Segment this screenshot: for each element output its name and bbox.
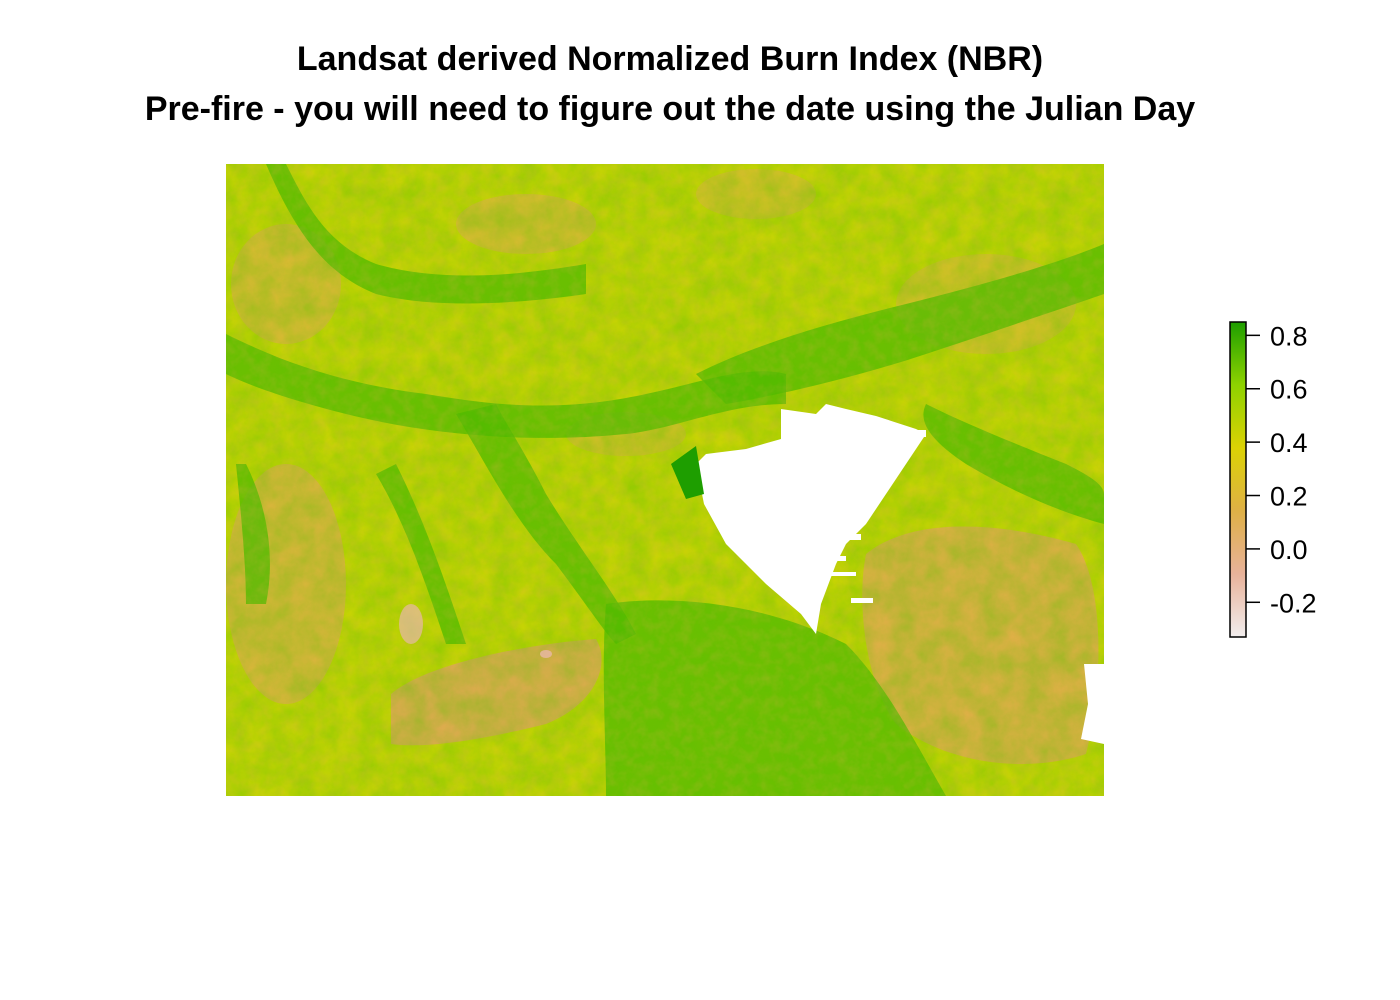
colorbar-tick-label: 0.6 bbox=[1270, 375, 1308, 405]
chart-title: Landsat derived Normalized Burn Index (N… bbox=[296, 40, 1044, 78]
colorbar-tick-label: 0.2 bbox=[1270, 482, 1308, 512]
no-data-stripe bbox=[851, 598, 873, 603]
no-data-stripe bbox=[816, 486, 876, 494]
raster-texture-orange bbox=[226, 164, 1104, 796]
no-data-stripe bbox=[876, 430, 926, 437]
no-data-stripe bbox=[801, 534, 861, 540]
colorbar-legend: 0.8 0.6 0.4 0.2 0.0 -0.2 bbox=[1229, 321, 1317, 638]
very-low-nbr-patch bbox=[540, 650, 552, 658]
no-data-stripe bbox=[806, 556, 846, 561]
colorbar-tick-label: 0.4 bbox=[1270, 428, 1308, 458]
colorbar-tick-label: 0.8 bbox=[1270, 321, 1308, 351]
very-low-nbr-patch bbox=[399, 604, 423, 644]
no-data-stripe bbox=[826, 572, 856, 576]
chart-subtitle: Pre-fire - you will need to figure out t… bbox=[144, 90, 1196, 128]
nbr-raster-map bbox=[226, 164, 1104, 796]
colorbar-tick-label: -0.2 bbox=[1270, 588, 1317, 618]
colorbar-tick-label: 0.0 bbox=[1270, 535, 1308, 565]
colorbar bbox=[1229, 321, 1247, 638]
